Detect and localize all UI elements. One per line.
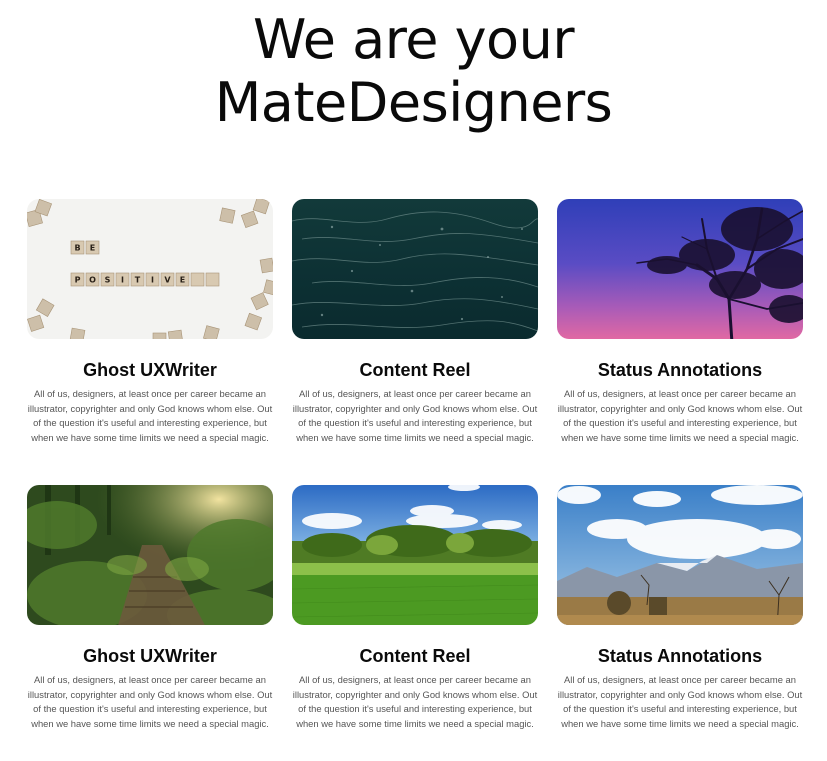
card-title: Content Reel	[359, 360, 471, 380]
card-image-scrabble[interactable]: BEPOSITIVE	[27, 199, 273, 339]
scrabble-tile-letter: O	[89, 276, 96, 285]
card-title: Status Annotations	[597, 646, 763, 666]
scrabble-tile-letter: T	[135, 276, 141, 285]
scrabble-tile-letter: P	[75, 276, 81, 285]
feature-card[interactable]: Ghost UXWriter All of us, designers, at …	[27, 485, 273, 731]
card-image-forest[interactable]	[27, 485, 273, 625]
hero-heading-line-1: We are your	[252, 8, 575, 71]
mountain-landscape-clouds-photo	[557, 485, 803, 625]
forest-path-photo	[27, 485, 273, 625]
card-image-tree[interactable]	[557, 199, 803, 339]
scrabble-tile-letter: S	[105, 276, 111, 285]
card-image-mountains[interactable]	[557, 485, 803, 625]
card-description: All of us, designers, at least once per …	[292, 388, 538, 443]
dark-ocean-waves-photo	[292, 199, 538, 339]
tree-silhouette-sunset-photo	[557, 199, 803, 339]
card-description: All of us, designers, at least once per …	[557, 674, 803, 729]
feature-card-grid: BEPOSITIVE Ghost UXWriter All of us, des…	[27, 199, 803, 731]
feature-card[interactable]: Status Annotations All of us, designers,…	[557, 485, 803, 731]
card-description: All of us, designers, at least once per …	[27, 388, 273, 443]
scrabble-tile-letter: B	[74, 244, 80, 253]
scrabble-tile-letter: V	[164, 276, 171, 285]
feature-card[interactable]: Status Annotations All of us, designers,…	[557, 199, 803, 445]
feature-card[interactable]: Content Reel All of us, designers, at le…	[292, 485, 538, 731]
green-field-blue-sky-photo	[292, 485, 538, 625]
scrabble-tile-letter: I	[121, 276, 124, 285]
feature-card[interactable]: BEPOSITIVE Ghost UXWriter All of us, des…	[27, 199, 273, 445]
card-title: Ghost UXWriter	[83, 646, 217, 666]
card-title: Ghost UXWriter	[83, 360, 217, 380]
feature-card[interactable]: Content Reel All of us, designers, at le…	[292, 199, 538, 445]
card-description: All of us, designers, at least once per …	[27, 674, 273, 729]
scrabble-tile-letter: I	[151, 276, 154, 285]
hero-heading-line-2: MateDesigners	[214, 71, 613, 134]
card-title: Status Annotations	[597, 360, 763, 380]
scrabble-be-positive-photo: B EP O S I T I V E	[27, 199, 273, 339]
card-image-ocean[interactable]	[292, 199, 538, 339]
hero-heading: We are your MateDesigners	[0, 8, 827, 134]
card-description: All of us, designers, at least once per …	[557, 388, 803, 443]
card-image-field[interactable]	[292, 485, 538, 625]
card-description: All of us, designers, at least once per …	[292, 674, 538, 729]
card-title: Content Reel	[359, 646, 471, 666]
scrabble-tile-letter: E	[90, 244, 95, 253]
scrabble-tile-letter: E	[180, 276, 185, 285]
